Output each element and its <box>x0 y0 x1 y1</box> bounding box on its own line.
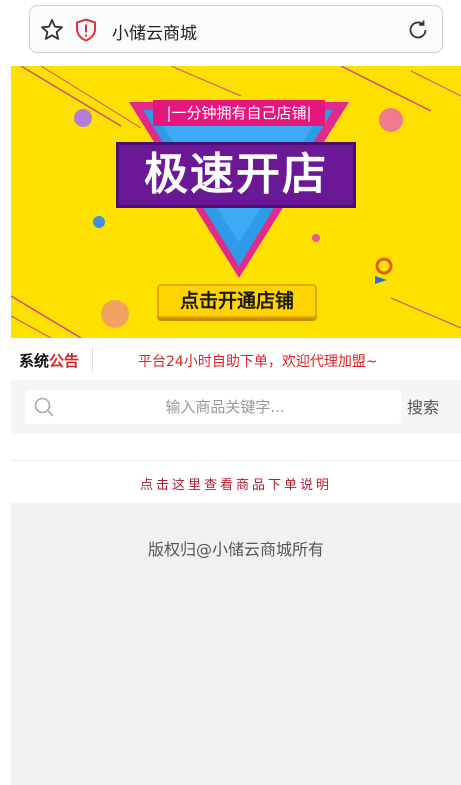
search-box[interactable] <box>25 390 401 424</box>
address-bar[interactable]: 小储云商城 <box>29 5 443 53</box>
announcement-bar: 系统公告 平台24小时自助下单，欢迎代理加盟~ <box>11 338 461 380</box>
announcement-divider <box>92 346 93 372</box>
banner-headline: 极速开店 <box>116 142 356 208</box>
shield-alert-icon[interactable] <box>75 18 97 42</box>
address-text[interactable]: 小储云商城 <box>112 19 197 44</box>
footer: 版权归@小储云商城所有 <box>11 503 461 785</box>
search-bar: 搜索 <box>11 380 461 434</box>
banner-tagline: |一分钟拥有自己店铺| <box>153 100 325 126</box>
copyright-text: 版权归@小储云商城所有 <box>147 540 324 559</box>
search-input[interactable] <box>65 394 385 420</box>
announcement-message[interactable]: 平台24小时自助下单，欢迎代理加盟~ <box>138 351 378 371</box>
search-button[interactable]: 搜索 <box>407 394 439 418</box>
order-guide: 点击这里查看商品下单说明 <box>11 461 461 503</box>
reload-icon[interactable] <box>406 18 430 42</box>
announcement-label: 系统公告 <box>19 352 80 370</box>
promo-banner[interactable]: |一分钟拥有自己店铺| 极速开店 点击开通店铺 <box>11 66 461 338</box>
open-store-button[interactable]: 点击开通店铺 <box>157 284 317 318</box>
order-guide-link[interactable]: 点击这里查看商品下单说明 <box>140 474 332 493</box>
page-content: |一分钟拥有自己店铺| 极速开店 点击开通店铺 系统公告 平台24小时自助下单，… <box>11 66 461 785</box>
browser-toolbar: 小储云商城 <box>0 0 461 66</box>
spacer <box>11 434 461 460</box>
search-icon <box>34 397 54 417</box>
star-icon[interactable] <box>40 18 64 42</box>
